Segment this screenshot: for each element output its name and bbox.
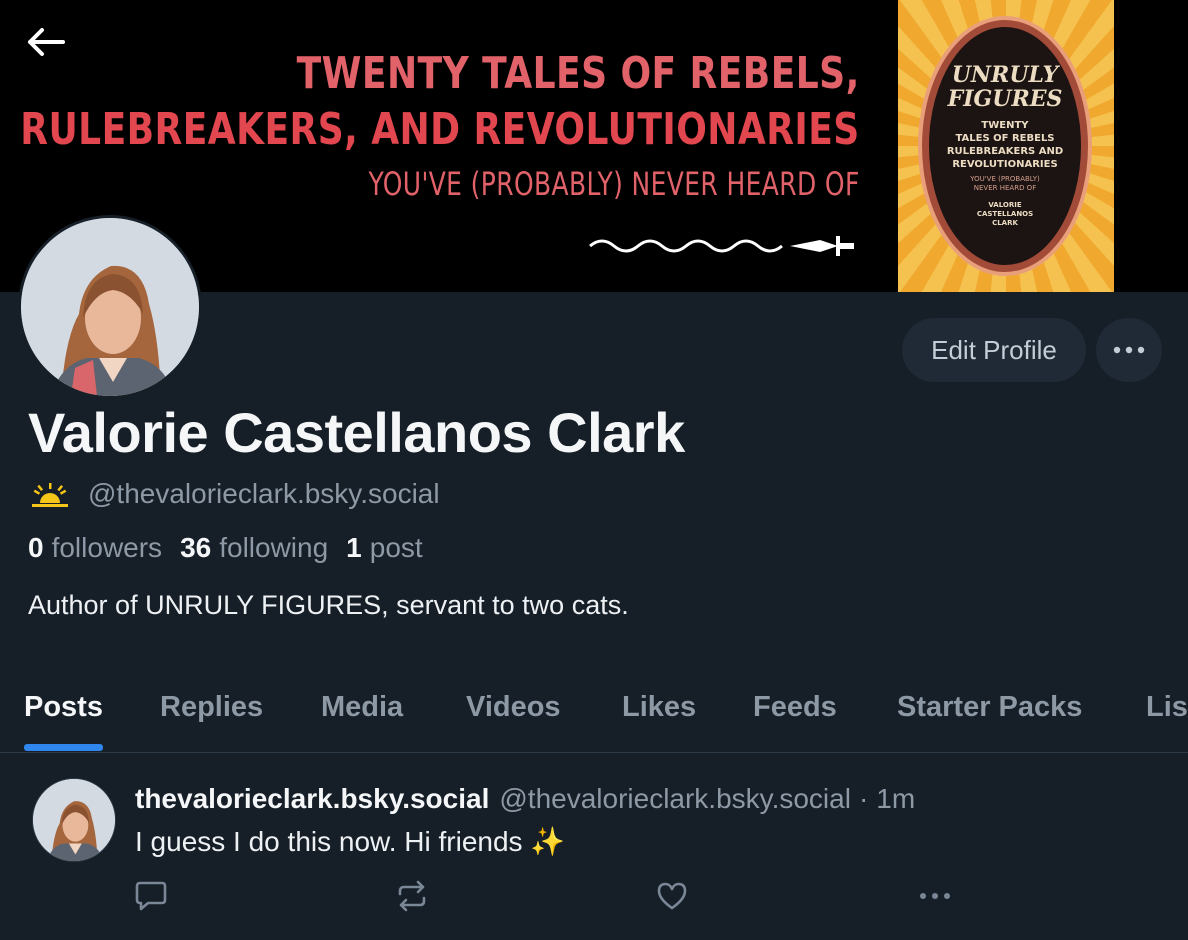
tab-replies[interactable]: Replies — [160, 680, 263, 752]
book-author-line-2: CASTELLANOS — [976, 210, 1034, 218]
post-separator: · — [858, 783, 869, 814]
handle-row: @thevalorieclark.bsky.social — [30, 474, 440, 514]
repost-button[interactable] — [392, 876, 432, 916]
following-count: 36 — [180, 532, 212, 563]
posts-label: post — [369, 532, 423, 563]
following-stat[interactable]: 36 following — [180, 532, 328, 564]
posts-stat: 1 post — [346, 532, 423, 564]
posts-count: 1 — [346, 532, 362, 563]
profile-tabs: Posts Replies Media Videos Likes Feeds S… — [0, 680, 1188, 753]
book-title-line-1: UNRULY — [951, 62, 1059, 88]
edit-profile-button[interactable]: Edit Profile — [902, 318, 1086, 382]
book-subtitle-line-4: REVOLUTIONARIES — [952, 159, 1058, 170]
sunrise-icon — [32, 483, 68, 507]
book-subtitle-line-3: RULEBREAKERS AND — [946, 146, 1064, 157]
repost-icon — [398, 880, 426, 912]
tab-videos[interactable]: Videos — [466, 680, 561, 752]
book-cover-frame: UNRULY FIGURES TWENTY TALES OF REBELS RU… — [922, 20, 1088, 272]
post-avatar[interactable] — [32, 778, 116, 862]
comment-icon — [135, 881, 167, 911]
ellipsis-icon — [1113, 346, 1145, 354]
profile-bio: Author of UNRULY FIGURES, servant to two… — [28, 590, 629, 620]
book-subtitle: TWENTY TALES OF REBELS RULEBREAKERS AND … — [947, 119, 1063, 171]
book-tagline-line-1: YOU'VE (PROBABLY) — [970, 175, 1040, 183]
banner-line-1: TWENTY TALES OF REBELS, — [296, 48, 860, 99]
followers-count: 0 — [28, 532, 44, 563]
post-avatar-portrait-icon — [33, 779, 115, 861]
tab-media[interactable]: Media — [321, 680, 403, 752]
book-author: VALORIE CASTELLANOS CLARK — [977, 201, 1033, 228]
followers-stat[interactable]: 0 followers — [28, 532, 162, 564]
banner-line-2: RULEBREAKERS, AND REVOLUTIONARIES — [20, 104, 860, 155]
squiggle-dagger-icon — [589, 236, 854, 256]
book-subtitle-line-1: TWENTY — [981, 120, 1029, 131]
book-tagline: YOU'VE (PROBABLY) NEVER HEARD OF — [970, 175, 1040, 193]
banner-headline: TWENTY TALES OF REBELS, RULEBREAKERS, AN… — [0, 46, 860, 210]
profile-handle: @thevalorieclark.bsky.social — [88, 478, 440, 509]
tab-likes[interactable]: Likes — [622, 680, 696, 752]
book-subtitle-line-2: TALES OF REBELS — [955, 133, 1055, 144]
book-title-line-2: FIGURES — [947, 86, 1063, 112]
followers-label: followers — [51, 532, 163, 563]
tab-lists[interactable]: Lis — [1146, 680, 1188, 752]
banner-line-3: YOU'VE (PROBABLY) NEVER HEARD OF — [368, 165, 860, 203]
avatar-portrait-icon — [21, 218, 199, 396]
ellipsis-icon — [920, 893, 950, 899]
display-name: Valorie Castellanos Clark — [28, 401, 685, 464]
reply-button[interactable] — [131, 876, 171, 916]
profile-stats: 0 followers 36 following 1 post — [28, 530, 423, 566]
book-cover-image: UNRULY FIGURES TWENTY TALES OF REBELS RU… — [898, 0, 1114, 292]
book-author-line-1: VALORIE — [988, 201, 1022, 209]
active-tab-indicator — [24, 744, 103, 751]
post-timestamp[interactable]: 1m — [876, 783, 915, 815]
post-author[interactable]: thevalorieclark.bsky.social — [135, 783, 489, 815]
following-label: following — [219, 532, 329, 563]
book-tagline-line-2: NEVER HEARD OF — [973, 184, 1037, 192]
post-header: thevalorieclark.bsky.social @thevaloriec… — [135, 780, 915, 818]
post-more-button[interactable] — [915, 876, 955, 916]
post-handle[interactable]: @thevalorieclark.bsky.social — [499, 783, 851, 815]
like-button[interactable] — [652, 876, 692, 916]
more-options-button[interactable] — [1096, 318, 1162, 382]
heart-icon — [657, 882, 687, 910]
profile-avatar[interactable] — [18, 215, 202, 399]
tab-starter-packs[interactable]: Starter Packs — [897, 680, 1082, 752]
book-author-line-3: CLARK — [992, 219, 1018, 227]
post-text: I guess I do this now. Hi friends ✨ — [135, 826, 566, 857]
tab-feeds[interactable]: Feeds — [753, 680, 837, 752]
tab-posts[interactable]: Posts — [24, 680, 103, 752]
